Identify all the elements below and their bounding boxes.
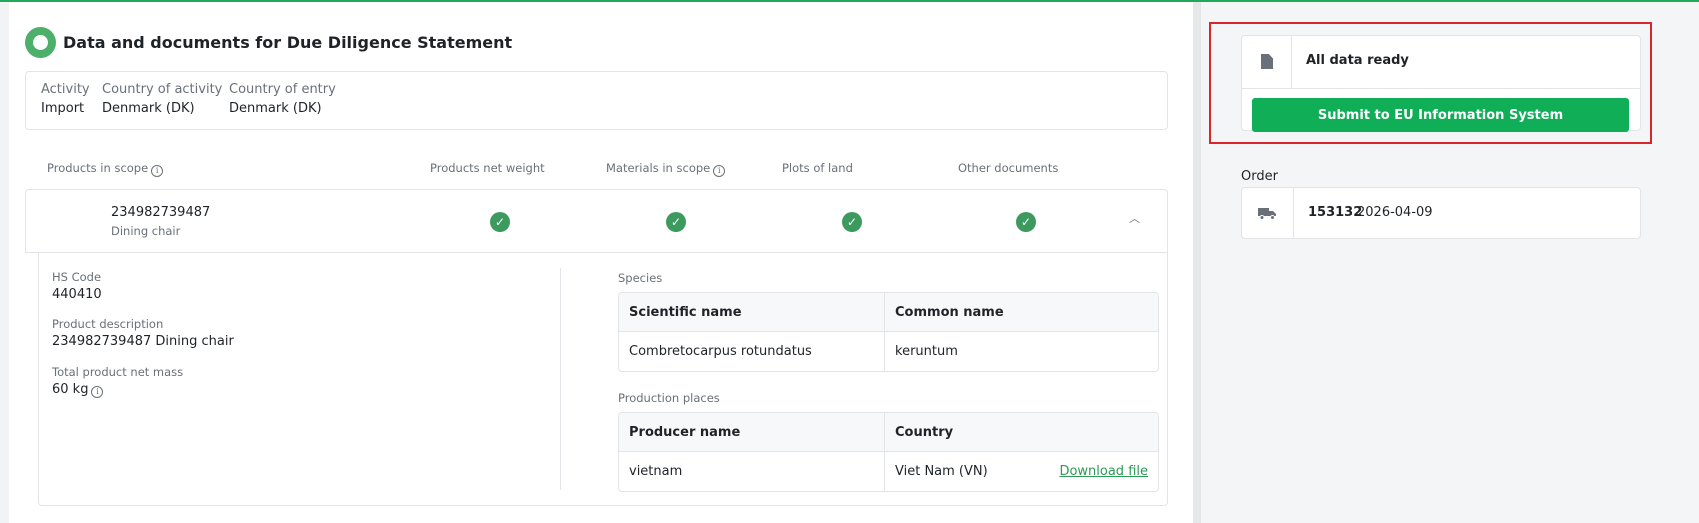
product-row[interactable]: 234982739487 Dining chair ✓ ✓ ✓ ✓ ︿ — [25, 189, 1168, 253]
left-gutter — [0, 2, 9, 523]
header-producer-name: Producer name — [619, 413, 885, 452]
info-icon[interactable]: i — [713, 165, 726, 177]
order-label: Order — [1241, 169, 1278, 184]
hs-code-label: HS Code — [52, 270, 102, 284]
info-icon[interactable]: i — [151, 165, 164, 177]
pane-divider — [1193, 2, 1201, 523]
production-places-table: Producer name Country vietnam Viet Nam (… — [618, 412, 1159, 492]
col-materials-in-scope-label: Materials in scope — [606, 161, 711, 175]
species-label: Species — [618, 271, 663, 285]
product-name: Dining chair — [111, 224, 181, 238]
order-icon-cell — [1242, 188, 1294, 238]
table-row: vietnam Viet Nam (VN) Download file — [619, 452, 1158, 491]
col-plots-of-land: Plots of land — [782, 161, 853, 175]
production-table-header: Producer name Country — [619, 413, 1158, 452]
species-table: Scientific name Common name Combretocarp… — [618, 292, 1159, 372]
country-entry-field: Country of entry Denmark (DK) — [229, 82, 336, 116]
country-entry-value: Denmark (DK) — [229, 101, 322, 116]
progress-ring-icon — [25, 27, 56, 58]
country-entry-label: Country of entry — [229, 82, 336, 97]
chevron-up-icon[interactable]: ︿ — [1129, 210, 1140, 226]
status-icon-cell — [1242, 36, 1292, 88]
col-products-in-scope-label: Products in scope — [47, 161, 149, 175]
document-icon — [1261, 54, 1273, 69]
net-mass-label: Total product net mass — [52, 365, 184, 379]
header-scientific-name: Scientific name — [619, 293, 885, 332]
activity-label: Activity — [41, 82, 90, 97]
order-date: 2026-04-09 — [1357, 205, 1433, 220]
col-other-documents: Other documents — [958, 161, 1059, 175]
country-activity-field: Country of activity Denmark (DK) — [102, 82, 222, 116]
production-places-label: Production places — [618, 391, 720, 405]
activity-summary: Activity Import Country of activity Denm… — [25, 71, 1168, 130]
col-products-net-weight: Products net weight — [430, 161, 545, 175]
materials-check-icon: ✓ — [666, 212, 686, 232]
header-common-name: Common name — [895, 305, 1004, 320]
country-activity-value: Denmark (DK) — [102, 101, 195, 116]
country-activity-label: Country of activity — [102, 82, 223, 97]
net-weight-check-icon: ✓ — [490, 212, 510, 232]
status-divider — [1242, 88, 1640, 89]
producer-name-cell: vietnam — [619, 452, 885, 491]
product-description-value: 234982739487 Dining chair — [52, 334, 234, 349]
order-card[interactable]: 153132 2026-04-09 — [1241, 187, 1641, 239]
net-mass-value: 60 kg i — [52, 382, 104, 398]
documents-check-icon: ✓ — [1016, 212, 1036, 232]
scientific-name-cell: Combretocarpus rotundatus — [619, 332, 885, 371]
product-description-label: Product description — [52, 317, 164, 331]
species-table-header: Scientific name Common name — [619, 293, 1158, 332]
download-file-link[interactable]: Download file — [1059, 452, 1148, 491]
order-number: 153132 — [1308, 205, 1363, 220]
col-materials-in-scope: Materials in scope i — [606, 161, 726, 177]
net-mass-text: 60 kg — [52, 382, 89, 397]
status-text: All data ready — [1306, 53, 1409, 68]
table-row: Combretocarpus rotundatus keruntum — [619, 332, 1158, 371]
plots-check-icon: ✓ — [842, 212, 862, 232]
common-name-cell: keruntum — [895, 344, 958, 359]
truck-icon — [1258, 208, 1276, 220]
header-country: Country — [895, 425, 954, 440]
product-id: 234982739487 — [111, 205, 211, 220]
activity-field: Activity Import — [41, 82, 90, 116]
info-icon[interactable]: i — [91, 386, 104, 398]
page-title: Data and documents for Due Diligence Sta… — [63, 33, 513, 52]
hs-code-value: 440410 — [52, 287, 102, 302]
col-products-in-scope: Products in scope i — [47, 161, 164, 177]
detail-divider — [560, 268, 561, 490]
activity-value: Import — [41, 101, 85, 116]
status-card: All data ready Submit to EU Information … — [1241, 35, 1641, 132]
submit-button[interactable]: Submit to EU Information System — [1252, 98, 1629, 132]
